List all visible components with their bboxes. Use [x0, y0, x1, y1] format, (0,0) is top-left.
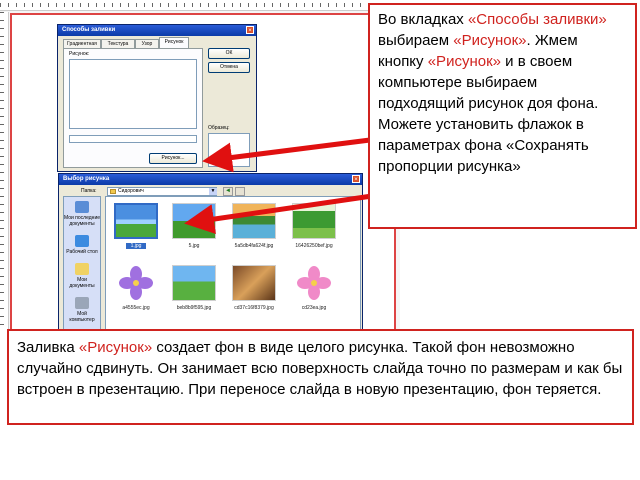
- highlight-span: «Способы заливки»: [467, 11, 607, 28]
- instruction-callout: Во вкладках «Способы заливки» выбираем «…: [368, 3, 637, 229]
- text-span: и в своем компьютере выбираем подходящий…: [378, 53, 599, 175]
- text-span: Во вкладках: [378, 11, 468, 28]
- text-span: Заливка: [17, 339, 79, 356]
- description-text: Заливка «Рисунок» создает фон в виде цел…: [17, 337, 624, 400]
- instruction-text: Во вкладках «Способы заливки» выбираем «…: [378, 9, 627, 177]
- highlight-span: «Рисунок»: [427, 53, 501, 70]
- description-callout: Заливка «Рисунок» создает фон в виде цел…: [7, 329, 634, 425]
- highlight-span: «Рисунок»: [78, 339, 153, 356]
- arrow-to-thumbnail: [184, 193, 373, 234]
- arrow-to-picture-button: [202, 137, 371, 173]
- highlight-span: «Рисунок»: [453, 32, 527, 49]
- text-span: выбираем: [378, 32, 454, 49]
